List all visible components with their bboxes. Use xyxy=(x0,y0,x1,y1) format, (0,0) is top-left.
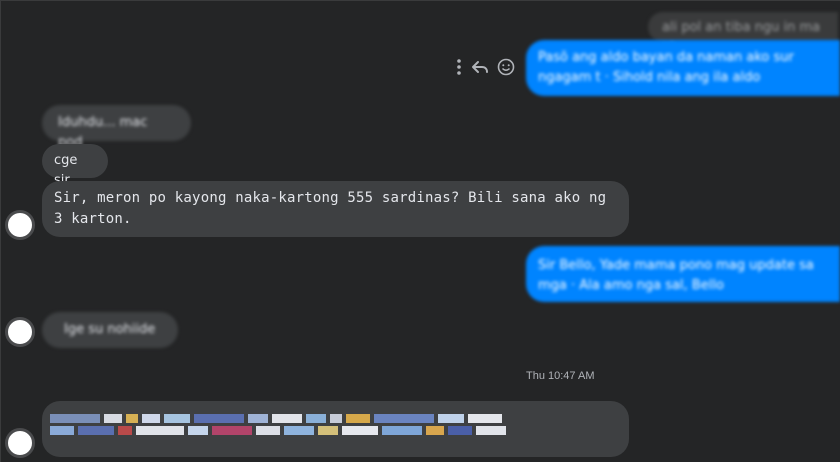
message-incoming: Ige su nohiide xyxy=(42,312,178,348)
message-incoming: cge sir xyxy=(42,144,108,188)
vertical-dots-icon[interactable] xyxy=(455,58,463,76)
message-text: Sir Bello, Yade mama pono mag update sa … xyxy=(538,258,814,293)
message-incoming-pixelated xyxy=(42,401,629,457)
timestamp: Thu 10:47 AM xyxy=(526,370,595,382)
message-incoming: Iduhdu... mac pod xyxy=(42,105,191,150)
pixelated-line xyxy=(50,426,621,435)
smiley-icon[interactable] xyxy=(497,58,515,76)
avatar[interactable] xyxy=(5,210,35,240)
message-text: Sir, meron po kayong naka-kartong 555 sa… xyxy=(54,190,607,227)
message-actions xyxy=(455,58,515,76)
pixelated-line xyxy=(50,414,621,423)
message-outgoing: Sir Bello, Yade mama pono mag update sa … xyxy=(526,246,840,302)
message-incoming: Sir, meron po kayong naka-kartong 555 sa… xyxy=(42,181,629,237)
reply-arrow-icon[interactable] xyxy=(471,58,489,76)
message-text: Pasō ang aldo bayan da naman ako sur nga… xyxy=(538,50,794,85)
avatar[interactable] xyxy=(5,428,35,458)
message-outgoing-top: ali pol an tiba ngu in ma at xyxy=(648,12,838,55)
message-text: Ige su nohiide xyxy=(64,322,156,337)
avatar[interactable] xyxy=(5,317,35,347)
message-outgoing: Pasō ang aldo bayan da naman ako sur nga… xyxy=(526,40,840,96)
